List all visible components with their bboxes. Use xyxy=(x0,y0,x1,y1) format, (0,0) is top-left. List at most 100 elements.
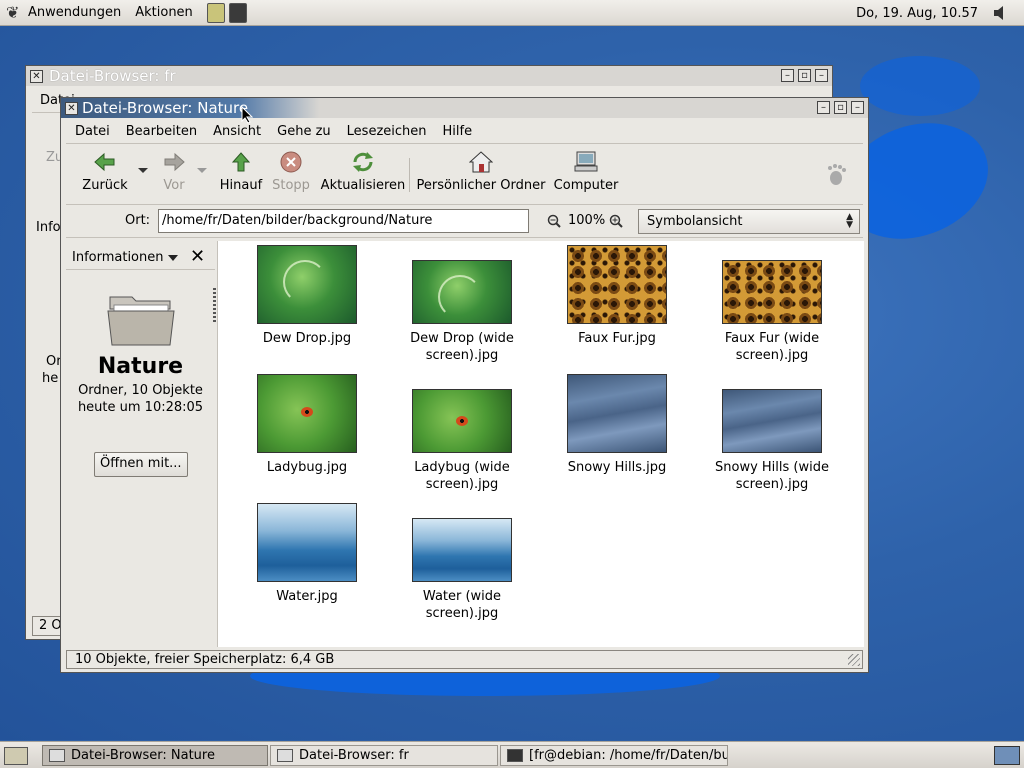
stop-label: Stopp xyxy=(272,178,310,193)
menu-go[interactable]: Gehe zu xyxy=(277,124,331,139)
file-item[interactable]: Water.jpg xyxy=(237,503,377,605)
computer-icon xyxy=(574,151,598,172)
file-thumbnail[interactable] xyxy=(257,245,357,324)
location-label: Ort: xyxy=(125,213,151,228)
file-item[interactable]: Dew Drop.jpg xyxy=(237,245,377,347)
file-thumbnail[interactable] xyxy=(567,245,667,324)
workspace-switcher[interactable] xyxy=(994,746,1020,765)
back-history-arrow[interactable] xyxy=(138,168,148,173)
titlebar[interactable]: ✕ Datei-Browser: Nature – ▫ – xyxy=(61,98,868,118)
file-name: Faux Fur (wide screen).jpg xyxy=(724,331,820,363)
menu-bookmarks[interactable]: Lesezeichen xyxy=(347,124,427,139)
actions-menu[interactable]: Aktionen xyxy=(135,5,193,20)
file-thumbnail[interactable] xyxy=(412,518,512,582)
titlebar[interactable]: ✕ Datei-Browser: fr – ▫ – xyxy=(26,66,832,86)
gnome-foot-icon[interactable]: ❦ xyxy=(6,3,22,22)
maximize-icon[interactable]: ▫ xyxy=(798,69,811,82)
folder-icon xyxy=(107,296,175,346)
icon-view[interactable]: Dew Drop.jpg Dew Drop (wide screen).jpg Fa… xyxy=(217,241,864,647)
show-desktop-icon[interactable] xyxy=(4,747,28,765)
volume-icon[interactable] xyxy=(992,5,1010,21)
folder-info-date: heute um 10:28:05 xyxy=(77,400,204,415)
file-item[interactable]: Ladybug (wide screen).jpg xyxy=(392,389,532,493)
zoom-in-icon[interactable] xyxy=(609,214,623,228)
file-thumbnail[interactable] xyxy=(257,374,357,453)
close-sidebar-icon[interactable]: ✕ xyxy=(190,246,205,267)
open-with-button[interactable]: Öffnen mit... xyxy=(94,452,188,477)
file-item[interactable]: Dew Drop (wide screen).jpg xyxy=(392,260,532,364)
file-item[interactable]: Ladybug.jpg xyxy=(237,374,377,476)
arrow-right-icon xyxy=(164,152,185,172)
taskbar-label: Datei-Browser: fr xyxy=(299,748,409,763)
taskbar-item-nature[interactable]: Datei-Browser: Nature xyxy=(42,745,268,766)
menu-file[interactable]: Datei xyxy=(75,124,110,139)
home-icon xyxy=(469,151,493,173)
computer-button[interactable]: Computer xyxy=(551,150,621,193)
menu-help[interactable]: Hilfe xyxy=(443,124,473,139)
back-side-title-stub: Info xyxy=(36,220,61,235)
toolbar: Zurück Vor Hinauf Stopp Aktualisieren Pe… xyxy=(66,144,863,205)
file-name: Dew Drop (wide screen).jpg xyxy=(410,331,514,363)
maximize-icon[interactable]: ▫ xyxy=(834,101,847,114)
window-menu-icon[interactable]: ✕ xyxy=(65,101,78,115)
top-panel: ❦ Anwendungen Aktionen Do, 19. Aug, 10.5… xyxy=(0,0,1024,26)
file-thumbnail[interactable] xyxy=(567,374,667,453)
file-item[interactable]: Faux Fur.jpg xyxy=(547,245,687,347)
menu-view[interactable]: Ansicht xyxy=(213,124,261,139)
file-item[interactable]: Water (wide screen).jpg xyxy=(392,518,532,622)
taskbar-label: Datei-Browser: Nature xyxy=(71,748,215,763)
notes-launcher-icon[interactable] xyxy=(206,2,225,23)
terminal-launcher-icon[interactable] xyxy=(228,2,247,23)
stop-button[interactable]: Stopp xyxy=(270,150,312,193)
resize-grip-icon[interactable] xyxy=(848,654,860,666)
minimize-icon[interactable]: – xyxy=(817,101,830,114)
up-label: Hinauf xyxy=(219,178,263,193)
minimize-icon[interactable]: – xyxy=(781,69,794,82)
zoom-out-icon[interactable] xyxy=(547,214,561,228)
forward-history-arrow[interactable] xyxy=(197,168,207,173)
view-mode-select[interactable]: Symbolansicht ▲ ▼ xyxy=(638,209,860,234)
back-side-column: Zu Info Or he xyxy=(26,114,63,614)
applications-menu[interactable]: Anwendungen xyxy=(28,5,121,20)
close-icon[interactable]: – xyxy=(851,101,864,114)
stop-icon xyxy=(280,151,302,173)
close-icon[interactable]: – xyxy=(815,69,828,82)
sidebar-title: Informationen xyxy=(72,250,164,265)
window-menu-icon[interactable]: ✕ xyxy=(30,69,43,83)
wallpaper-swirl xyxy=(860,56,980,116)
sidebar-header: Informationen ✕ xyxy=(66,241,215,270)
arrow-up-icon xyxy=(232,152,250,172)
file-thumbnail[interactable] xyxy=(257,503,357,582)
zoom-level[interactable]: 100% xyxy=(568,213,605,228)
file-thumbnail[interactable] xyxy=(412,260,512,324)
menu-edit[interactable]: Bearbeiten xyxy=(126,124,197,139)
mouse-pointer-icon xyxy=(241,106,253,124)
window-icon xyxy=(277,749,293,762)
sidebar-selector[interactable]: Informationen xyxy=(72,250,178,265)
location-input[interactable]: /home/fr/Daten/bilder/background/Nature xyxy=(158,209,529,233)
back-label: Zurück xyxy=(82,178,128,193)
clock[interactable]: Do, 19. Aug, 10.57 xyxy=(856,6,978,21)
window-title: Datei-Browser: Nature xyxy=(82,99,249,117)
folder-info-count: Ordner, 10 Objekte xyxy=(78,383,203,398)
window-title: Datei-Browser: fr xyxy=(49,67,176,85)
up-button[interactable]: Hinauf xyxy=(216,150,266,193)
toolbar-separator xyxy=(409,158,410,192)
file-thumbnail[interactable] xyxy=(722,260,822,324)
file-item[interactable]: Snowy Hills.jpg xyxy=(547,374,687,476)
file-thumbnail[interactable] xyxy=(412,389,512,453)
taskbar-item-fr[interactable]: Datei-Browser: fr xyxy=(270,745,498,766)
folder-name: Nature xyxy=(97,354,184,379)
forward-label: Vor xyxy=(163,178,185,193)
home-button[interactable]: Persönlicher Ordner xyxy=(416,150,546,193)
file-browser-window-nature[interactable]: ✕ Datei-Browser: Nature – ▫ – Datei Bear… xyxy=(60,97,869,673)
pane-resize-handle[interactable] xyxy=(213,288,216,322)
computer-label: Computer xyxy=(553,178,619,193)
taskbar-item-terminal[interactable]: [fr@debian: /home/fr/Daten/buc xyxy=(500,745,728,766)
forward-button[interactable]: Vor xyxy=(154,150,194,193)
back-button[interactable]: Zurück xyxy=(76,150,134,193)
file-thumbnail[interactable] xyxy=(722,389,822,453)
file-item[interactable]: Snowy Hills (wide screen).jpg xyxy=(702,389,842,493)
reload-button[interactable]: Aktualisieren xyxy=(316,150,410,193)
file-item[interactable]: Faux Fur (wide screen).jpg xyxy=(702,260,842,364)
